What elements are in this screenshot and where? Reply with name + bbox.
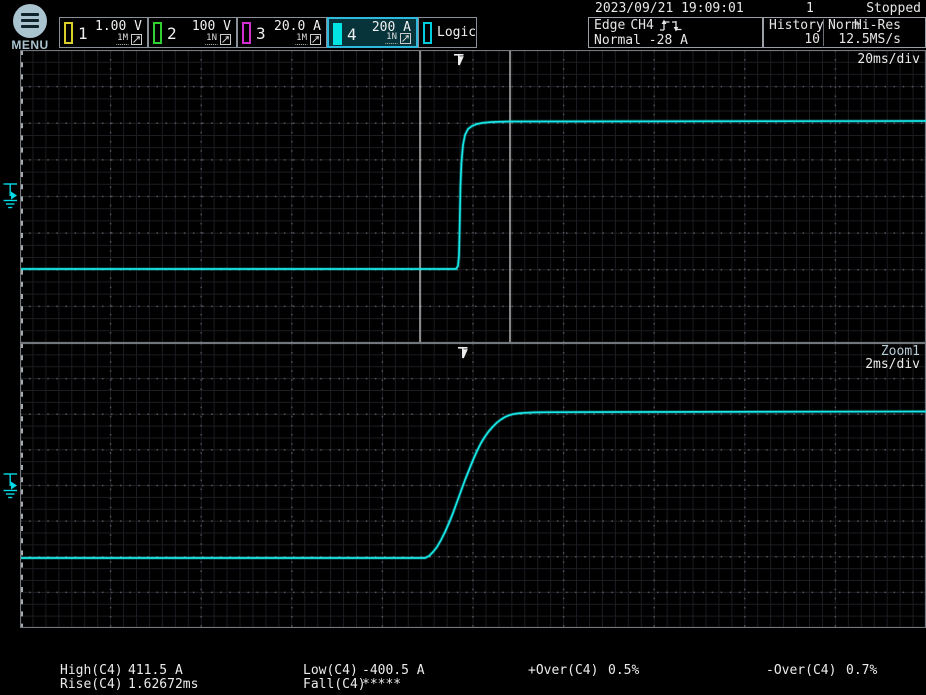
- trigger-mode-level: Normal -28 A: [594, 33, 757, 48]
- channel-1-color-bar: [64, 22, 73, 44]
- oscilloscope-screen: 2023/09/21 19:09:01 1 Stopped MENU 1 1.0…: [0, 0, 926, 695]
- channel-1-scale: 1.00 V: [95, 19, 142, 34]
- run-status: Stopped: [866, 1, 921, 16]
- logic-badge[interactable]: Logic: [418, 17, 477, 48]
- history-value: 10: [778, 32, 820, 47]
- channel-2-badge[interactable]: 2 100 V 1N: [148, 17, 237, 48]
- channel-4-badge[interactable]: 4 200 A 1N: [327, 17, 418, 48]
- coupling-label: 1M: [116, 34, 129, 45]
- channel-3-number: 3: [256, 24, 266, 43]
- meas-pover-label: +Over(C4): [528, 664, 608, 678]
- meas-low-value: -400.5 A: [362, 663, 425, 678]
- channel-3-color-bar: [242, 22, 251, 44]
- trigger-source: CH4: [630, 18, 653, 33]
- zoom1-waveform-display: [20, 343, 926, 628]
- coupling-label: 1N: [385, 33, 398, 44]
- channel-4-color-bar: [333, 23, 342, 45]
- meas-low-label: Low(C4): [303, 664, 362, 678]
- resolution-mode: Hi-Res: [854, 18, 901, 33]
- ch4-ground-level-icon[interactable]: [2, 473, 20, 504]
- zoom-trigger-position-icon[interactable]: [458, 345, 469, 364]
- meas-high-value: 411.5 A: [128, 663, 183, 678]
- meas-rise-label: Rise(C4): [60, 678, 128, 692]
- probe-icon: [220, 34, 231, 45]
- meas-rise-value: 1.62672ms: [128, 677, 198, 692]
- sample-rate: 12.5MS/s: [838, 32, 901, 47]
- main-timebase-label: 20ms/div: [857, 52, 920, 67]
- trigger-settings-box[interactable]: Edge CH4 Normal -28 A: [588, 17, 763, 48]
- probe-icon: [310, 34, 321, 45]
- meas-nover-label: -Over(C4): [766, 664, 846, 678]
- channel-2-number: 2: [167, 24, 177, 43]
- divider: [823, 19, 824, 46]
- trigger-type: Edge: [594, 18, 625, 33]
- probe-icon: [400, 33, 411, 44]
- channel-1-badge[interactable]: 1 1.00 V 1M: [59, 17, 148, 48]
- ch4-ground-level-icon[interactable]: [2, 183, 20, 214]
- history-label: History: [769, 18, 824, 33]
- logic-label: Logic: [437, 25, 476, 40]
- trigger-position-icon[interactable]: [454, 52, 465, 71]
- rising-edge-icon: [659, 19, 670, 32]
- meas-nover-value: 0.7%: [846, 663, 877, 678]
- channel-2-color-bar: [153, 22, 162, 44]
- logic-color-bar: [423, 22, 432, 44]
- coupling-label: 1M: [295, 34, 308, 45]
- falling-edge-icon: [671, 19, 682, 32]
- hamburger-icon: [13, 4, 47, 38]
- meas-fall-label: Fall(C4): [303, 678, 362, 692]
- acquisition-box[interactable]: History 10 Norm Hi-Res 12.5MS/s: [763, 17, 926, 48]
- menu-button[interactable]: MENU: [4, 1, 56, 51]
- meas-pover-value: 0.5%: [608, 663, 639, 678]
- channel-4-number: 4: [347, 25, 357, 44]
- probe-icon: [131, 34, 142, 45]
- channel-1-number: 1: [78, 24, 88, 43]
- coupling-label: 1N: [205, 34, 218, 45]
- channel-3-scale: 20.0 A: [274, 19, 321, 34]
- channel-2-scale: 100 V: [192, 19, 231, 34]
- main-waveform-display: [20, 50, 926, 343]
- zoom1-timebase-label: 2ms/div: [865, 357, 920, 372]
- channel-3-badge[interactable]: 3 20.0 A 1M: [237, 17, 327, 48]
- acquisition-count: 1: [806, 1, 814, 16]
- meas-high-label: High(C4): [60, 664, 128, 678]
- datetime: 2023/09/21 19:09:01: [595, 1, 744, 16]
- meas-fall-value: *****: [362, 677, 401, 692]
